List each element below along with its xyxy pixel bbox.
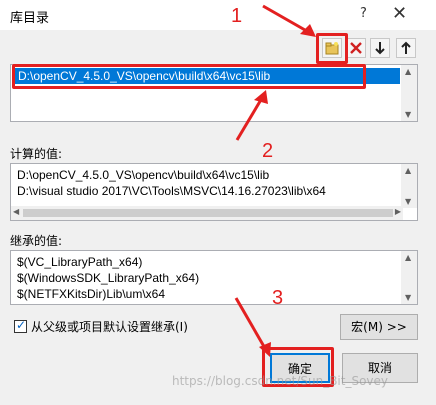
scroll-up-icon[interactable]: ▲ bbox=[405, 166, 411, 175]
list-item: $(NETFXKitsDir)Lib\um\x64 bbox=[17, 287, 166, 301]
scroll-thumb[interactable] bbox=[23, 209, 393, 217]
window-title: 库目录 bbox=[10, 11, 50, 26]
scroll-left-icon[interactable]: ◀ bbox=[13, 207, 19, 216]
close-button[interactable]: ✕ bbox=[392, 3, 407, 24]
list-item: $(WindowsSDK_LibraryPath_x64) bbox=[17, 271, 200, 285]
delete-button[interactable] bbox=[346, 38, 366, 58]
inherited-values-list: $(VC_LibraryPath_x64) $(WindowsSDK_Libra… bbox=[10, 250, 418, 305]
annotation-number-1: 1 bbox=[231, 5, 243, 27]
move-down-button[interactable] bbox=[370, 38, 390, 58]
scroll-right-icon[interactable]: ▶ bbox=[395, 207, 401, 216]
computed-values-label: 计算的值: bbox=[10, 147, 63, 161]
annotation-box-new-folder bbox=[316, 33, 348, 64]
computed-hscrollbar[interactable]: ◀ ▶ bbox=[11, 206, 403, 220]
list-item: D:\openCV_4.5.0_VS\opencv\build\x64\vc15… bbox=[17, 168, 270, 182]
list-scrollbar[interactable]: ▲ ▼ bbox=[401, 65, 417, 121]
watermark: https://blog.csdn.net/Sun_Bit_Sovey bbox=[172, 374, 389, 388]
arrow-down-icon bbox=[375, 42, 385, 55]
arrow-up-icon bbox=[401, 41, 411, 54]
scroll-up-icon[interactable]: ▲ bbox=[405, 67, 411, 76]
scroll-up-icon[interactable]: ▲ bbox=[405, 253, 411, 262]
delete-x-icon bbox=[350, 42, 362, 54]
inherited-vscrollbar[interactable]: ▲ ▼ bbox=[401, 251, 417, 304]
annotation-arrow-3 bbox=[234, 297, 268, 351]
inherited-values-label: 继承的值: bbox=[10, 234, 63, 248]
title-bar: 库目录 ? ✕ bbox=[0, 0, 436, 30]
checkmark-icon: ✓ bbox=[16, 318, 27, 332]
scroll-down-icon[interactable]: ▼ bbox=[405, 110, 411, 119]
scroll-down-icon[interactable]: ▼ bbox=[405, 293, 411, 302]
list-item: $(VC_LibraryPath_x64) bbox=[17, 255, 143, 269]
inherit-checkbox[interactable]: ✓ bbox=[14, 318, 27, 333]
move-up-button[interactable] bbox=[396, 38, 416, 58]
inherit-checkbox-label[interactable]: 从父级或项目默认设置继承(I) bbox=[31, 318, 188, 335]
library-directories-dialog: 库目录 ? ✕ D:\openCV_4.5.0_VS\opencv\build\… bbox=[0, 0, 436, 405]
macros-button[interactable]: 宏(M) >> bbox=[340, 314, 418, 340]
annotation-number-3: 3 bbox=[272, 287, 284, 309]
computed-values-list: D:\openCV_4.5.0_VS\opencv\build\x64\vc15… bbox=[10, 163, 418, 221]
help-button[interactable]: ? bbox=[360, 6, 367, 21]
scroll-down-icon[interactable]: ▼ bbox=[405, 197, 411, 206]
list-item: D:\visual studio 2017\VC\Tools\MSVC\14.1… bbox=[17, 184, 326, 198]
annotation-number-2: 2 bbox=[262, 140, 274, 162]
computed-vscrollbar[interactable]: ▲ ▼ bbox=[401, 164, 417, 208]
annotation-box-path bbox=[12, 64, 366, 89]
